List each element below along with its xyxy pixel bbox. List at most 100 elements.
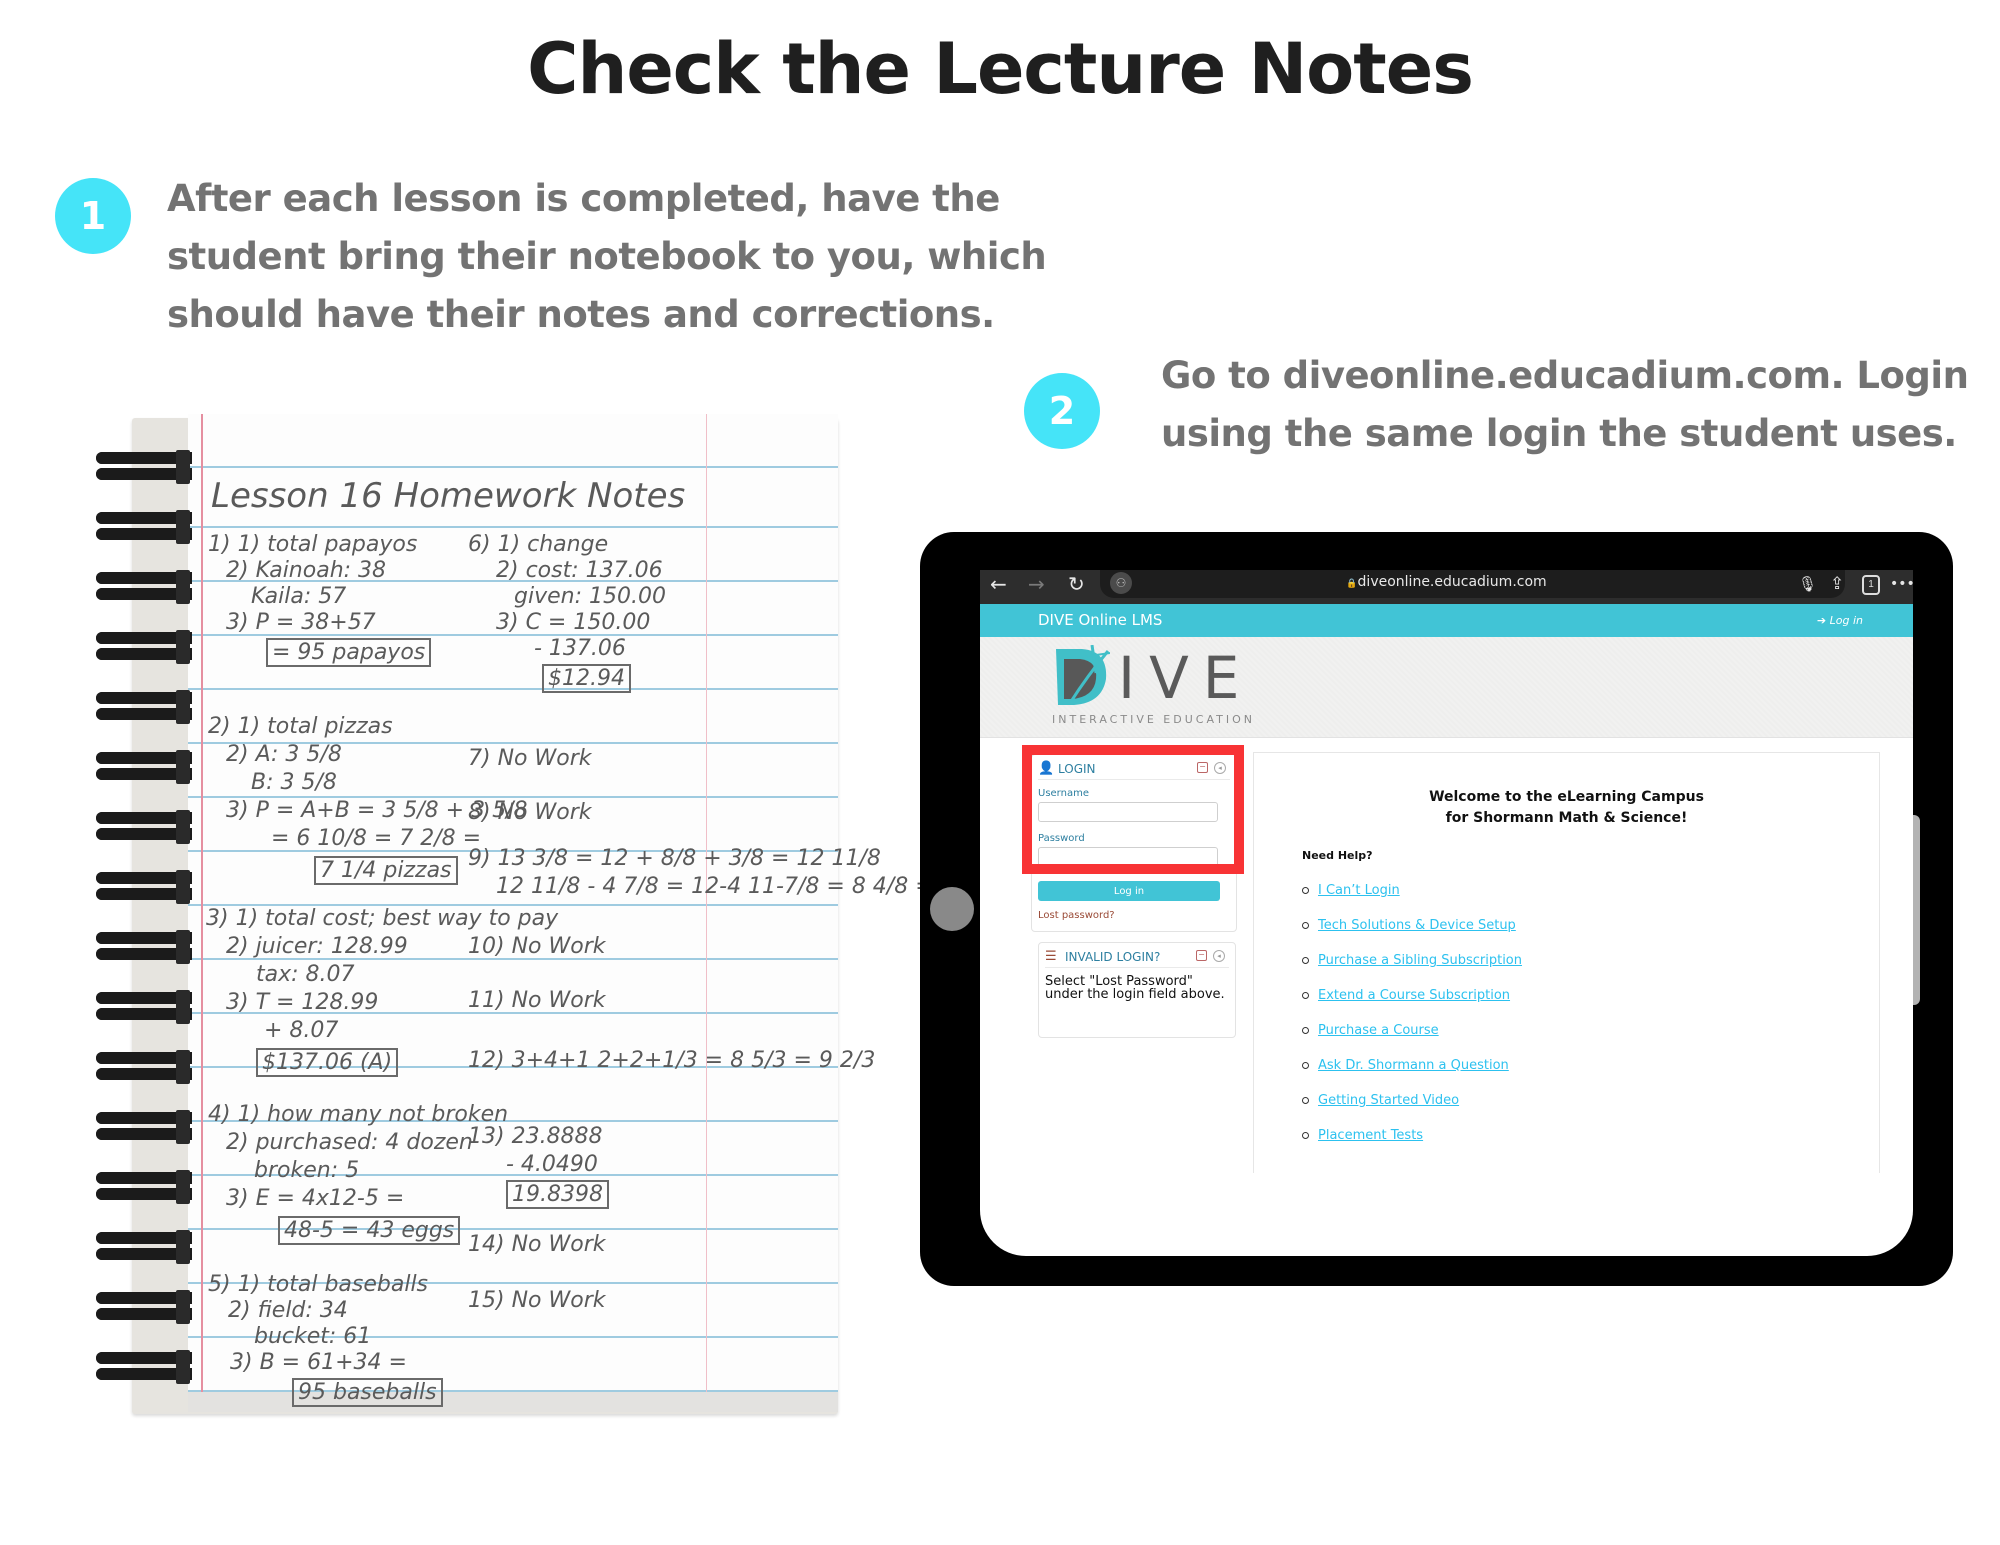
note-line: 8) No Work bbox=[468, 800, 592, 825]
note-line: 2) juicer: 128.99 bbox=[226, 934, 408, 959]
note-line: 2) purchased: 4 dozen bbox=[226, 1130, 473, 1155]
note-line: 13) 23.8888 bbox=[468, 1124, 603, 1149]
note-line: 15) No Work bbox=[468, 1288, 606, 1313]
step-1-line: After each lesson is completed, have the bbox=[167, 177, 1000, 220]
microphone-icon[interactable]: 🎙 bbox=[1798, 572, 1817, 596]
note-line: 9) 13 3/8 = 12 + 8/8 + 3/8 = 12 11/8 bbox=[468, 846, 881, 871]
note-line: 2) A: 3 5/8 bbox=[226, 742, 342, 767]
spiral-ring bbox=[96, 1230, 192, 1264]
note-answer: $12.94 bbox=[542, 664, 631, 693]
note-line: 3) T = 128.99 bbox=[226, 990, 379, 1015]
navbar-login-label: Log in bbox=[1829, 614, 1863, 627]
note-line: broken: 5 bbox=[254, 1158, 360, 1183]
note-line: - 137.06 bbox=[534, 636, 626, 661]
note-line: 14) No Work bbox=[468, 1232, 606, 1257]
welcome-heading: Welcome to the eLearning Campus for Shor… bbox=[1254, 787, 1879, 829]
note-line: 3) C = 150.00 bbox=[496, 610, 651, 635]
welcome-line-2: for Shormann Math & Science! bbox=[1445, 810, 1688, 826]
spiral-ring bbox=[96, 750, 192, 784]
note-line: - 4.0490 bbox=[506, 1152, 598, 1177]
navbar-login-link[interactable]: ➔ Log in bbox=[1817, 614, 1863, 627]
list-item: Extend a Course Subscription bbox=[1302, 986, 1522, 1021]
note-line: 1) 1) total papayos bbox=[208, 532, 418, 557]
login-arrow-icon: ➔ bbox=[1816, 614, 1830, 627]
note-line: 5) 1) total baseballs bbox=[208, 1272, 429, 1297]
spiral-ring bbox=[96, 810, 192, 844]
lost-password-link[interactable]: Lost password? bbox=[1038, 910, 1115, 921]
note-line: 2) Kainoah: 38 bbox=[226, 558, 387, 583]
invalid-login-block: ☰ INVALID LOGIN? − ◂ Select "Lost Passwo… bbox=[1038, 942, 1236, 1038]
notebook-heading: Lesson 16 Homework Notes bbox=[211, 476, 686, 516]
spiral-ring bbox=[96, 690, 192, 724]
note-line: + 8.07 bbox=[264, 1018, 339, 1043]
note-line: 3) B = 61+34 = bbox=[230, 1350, 407, 1375]
note-answer: 95 baseballs bbox=[292, 1378, 443, 1407]
need-help-heading: Need Help? bbox=[1302, 849, 1373, 862]
step-2-line: using the same login the student uses. bbox=[1161, 412, 1957, 455]
notebook-margin-line bbox=[201, 414, 203, 1392]
help-link-cant-login[interactable]: I Can’t Login bbox=[1318, 883, 1400, 898]
note-answer: 7 1/4 pizzas bbox=[314, 856, 458, 885]
note-line: 2) cost: 137.06 bbox=[496, 558, 663, 583]
help-link-purchase-course[interactable]: Purchase a Course bbox=[1318, 1023, 1439, 1038]
dive-logo-tagline: INTERACTIVE EDUCATION bbox=[1052, 713, 1255, 726]
more-icon[interactable]: ••• bbox=[1890, 572, 1913, 596]
help-link-getting-started[interactable]: Getting Started Video bbox=[1318, 1093, 1459, 1108]
welcome-line-1: Welcome to the eLearning Campus bbox=[1429, 789, 1704, 805]
spiral-ring bbox=[96, 1110, 192, 1144]
spiral-ring bbox=[96, 510, 192, 544]
share-icon[interactable]: ⇪ bbox=[1830, 572, 1844, 596]
dock-icon[interactable]: ◂ bbox=[1213, 950, 1225, 962]
help-link-extend-subscription[interactable]: Extend a Course Subscription bbox=[1318, 988, 1510, 1003]
help-link-placement-tests[interactable]: Placement Tests bbox=[1318, 1128, 1423, 1143]
spiral-ring bbox=[96, 450, 192, 484]
note-line: = 6 10/8 = 7 2/8 = bbox=[271, 826, 482, 851]
step-1-badge: 1 bbox=[55, 178, 131, 254]
help-link-tech-solutions[interactable]: Tech Solutions & Device Setup bbox=[1318, 918, 1516, 933]
url-text[interactable]: 🔒diveonline.educadium.com bbox=[980, 574, 1913, 590]
step-2-line: Go to diveonline.educadium.com. Login bbox=[1161, 354, 1969, 397]
step-1-line: student bring their notebook to you, whi… bbox=[167, 235, 1047, 278]
tablet-home-button[interactable] bbox=[930, 887, 974, 931]
spiral-ring bbox=[96, 1170, 192, 1204]
highlight-box bbox=[1022, 745, 1244, 874]
note-line: 2) 1) total pizzas bbox=[208, 714, 393, 739]
site-name[interactable]: DIVE Online LMS bbox=[1038, 611, 1162, 629]
browser-toolbar: ← → ↻ ⚇ 🔒diveonline.educadium.com 🎙 ⇪ 1 … bbox=[980, 570, 1913, 604]
list-item: Getting Started Video bbox=[1302, 1091, 1522, 1126]
spiral-ring bbox=[96, 990, 192, 1024]
note-line: 3) 1) total cost; best way to pay bbox=[206, 906, 559, 931]
spiral-ring bbox=[96, 930, 192, 964]
list-item: Purchase a Sibling Subscription bbox=[1302, 951, 1522, 986]
tabs-count-button[interactable]: 1 bbox=[1862, 575, 1880, 595]
page-title: Check the Lecture Notes bbox=[527, 28, 1474, 110]
login-button[interactable]: Log in bbox=[1038, 881, 1220, 901]
note-line: 7) No Work bbox=[468, 746, 592, 771]
notebook-page-edge bbox=[188, 1392, 838, 1412]
spiral-ring bbox=[96, 1050, 192, 1084]
note-line: 10) No Work bbox=[468, 934, 606, 959]
note-answer: 19.8398 bbox=[506, 1180, 609, 1209]
notebook-photo: Lesson 16 Homework Notes 1) 1) total pap… bbox=[96, 414, 997, 1416]
help-link-sibling-subscription[interactable]: Purchase a Sibling Subscription bbox=[1318, 953, 1522, 968]
site-navbar: DIVE Online LMS ➔ Log in bbox=[980, 604, 1913, 637]
list-item: Tech Solutions & Device Setup bbox=[1302, 916, 1522, 951]
note-line: 11) No Work bbox=[468, 988, 606, 1013]
help-link-ask-question[interactable]: Ask Dr. Shormann a Question bbox=[1318, 1058, 1509, 1073]
list-item: Ask Dr. Shormann a Question bbox=[1302, 1056, 1522, 1091]
notebook-right-margin-line bbox=[706, 414, 707, 1392]
dive-logo[interactable]: IVE INTERACTIVE EDUCATION bbox=[1052, 645, 1252, 735]
step-1-text: After each lesson is completed, have the… bbox=[167, 170, 1047, 344]
note-line: bucket: 61 bbox=[254, 1324, 372, 1349]
list-item: Purchase a Course bbox=[1302, 1021, 1522, 1056]
step-1-line: should have their notes and corrections. bbox=[167, 293, 995, 336]
note-line: 2) field: 34 bbox=[228, 1298, 348, 1323]
note-line: 4) 1) how many not broken bbox=[208, 1102, 509, 1127]
spiral-ring bbox=[96, 570, 192, 604]
scrollbar[interactable] bbox=[1913, 815, 1920, 1005]
invalid-login-text: Select "Lost Password" under the login f… bbox=[1045, 974, 1225, 1002]
step-2-text: Go to diveonline.educadium.com. Login us… bbox=[1161, 347, 1969, 463]
spiral-ring bbox=[96, 870, 192, 904]
collapse-icon[interactable]: − bbox=[1196, 950, 1207, 961]
invalid-login-header: ☰ INVALID LOGIN? − ◂ bbox=[1045, 949, 1229, 968]
